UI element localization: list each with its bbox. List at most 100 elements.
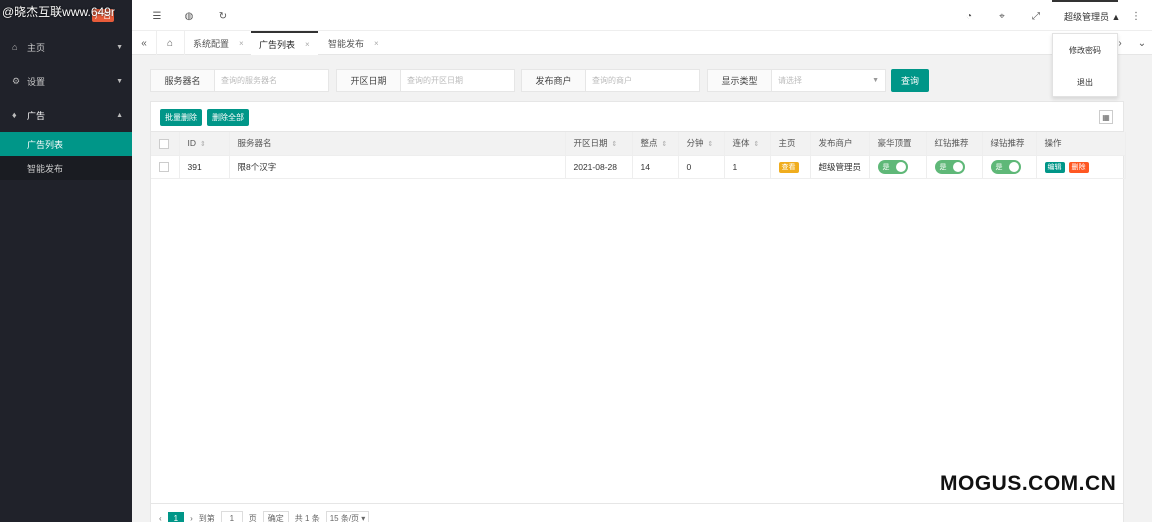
next-page-icon[interactable]: › — [190, 514, 193, 522]
sidebar-subnav: 广告列表 智能发布 — [0, 132, 132, 180]
cell-minute: 0 — [678, 155, 725, 179]
sidebar-item-label: 广告 — [27, 110, 46, 121]
menu-fold-icon[interactable]: ☰ — [150, 9, 164, 23]
sort-icon[interactable]: ⇕ — [708, 141, 714, 148]
cell-linked: 1 — [724, 155, 771, 179]
current-page[interactable]: 1 — [167, 511, 185, 522]
th-open-date[interactable]: 开区日期 ⇕ — [565, 132, 633, 156]
tab-smart-publish[interactable]: 智能发布 × — [320, 31, 387, 55]
th-server-name: 服务器名 — [229, 132, 566, 156]
gear-icon: ⚙ — [12, 75, 21, 86]
admin-name: 超级管理员 — [1064, 12, 1110, 22]
header-label: ID — [187, 138, 197, 149]
field-label: 服务器名 — [151, 70, 215, 91]
toggle-label: 是 — [882, 163, 890, 171]
goto-confirm-button[interactable]: 确定 — [262, 510, 289, 522]
toggle-knob — [952, 161, 963, 172]
sidebar-item-home[interactable]: ⌂ 主页 ▼ — [0, 30, 132, 64]
delete-all-button[interactable]: 删除全部 — [207, 109, 249, 126]
sidebar-subitem-smart-publish[interactable]: 智能发布 — [0, 156, 132, 180]
tab-system-config[interactable]: 系统配置 × — [185, 31, 252, 55]
merchant-field: 发布商户 查询的商户 — [521, 69, 700, 92]
watermark-top: @晓杰互联www.649r — [2, 5, 115, 19]
open-date-field: 开区日期 查询的开区日期 — [336, 69, 515, 92]
header-label: 整点 — [640, 138, 658, 149]
globe-icon[interactable]: ◍ — [182, 9, 196, 23]
display-type-field: 显示类型 请选择 ▼ — [707, 69, 886, 92]
main-content: 服务器名 查询的服务器名 开区日期 查询的开区日期 发布商户 查询的商户 显示类… — [150, 63, 1126, 522]
green-diamond-toggle[interactable]: 是 — [990, 159, 1021, 174]
tabs-scroll-left-icon[interactable]: « — [137, 36, 151, 50]
goto-page-input[interactable]: 1 — [220, 511, 243, 522]
luxury-top-toggle[interactable]: 是 — [877, 159, 908, 174]
caret-up-icon: ▲ — [116, 111, 123, 119]
sidebar-subitem-ad-list[interactable]: 广告列表 — [0, 132, 132, 156]
admin-underline — [1052, 0, 1118, 2]
tabs-divider — [156, 31, 157, 55]
caret-down-icon: ▼ — [116, 43, 123, 51]
delete-button[interactable]: 删除 — [1068, 162, 1089, 173]
th-minute[interactable]: 分钟 ⇕ — [678, 132, 725, 156]
table-header-row: ID ⇕ 服务器名 开区日期 ⇕ 整点 ⇕ 分钟 ⇕ 连体 ⇕ 主页 发布商户 豪华顶置 … — [151, 132, 1126, 156]
th-id[interactable]: ID ⇕ — [179, 132, 230, 156]
open-date-input[interactable]: 查询的开区日期 — [401, 70, 514, 91]
cell-actions: 编辑 删除 — [1036, 155, 1126, 179]
sidebar-item-label: 设置 — [27, 76, 46, 87]
cell-red-diamond: 是 — [926, 155, 983, 179]
view-button[interactable]: 查看 — [778, 162, 799, 173]
change-password-item[interactable]: 修改密码 — [1053, 34, 1117, 66]
ad-table: ID ⇕ 服务器名 开区日期 ⇕ 整点 ⇕ 分钟 ⇕ 连体 ⇕ 主页 发布商户 豪华顶置 … — [151, 132, 1126, 179]
refresh-icon[interactable]: ↻ — [216, 9, 230, 23]
prev-page-icon[interactable]: ‹ — [159, 514, 162, 522]
th-red-diamond: 红钻推荐 — [926, 132, 983, 156]
row-checkbox[interactable] — [159, 161, 169, 172]
tag-icon[interactable]: ⌖ — [995, 9, 1009, 23]
fullscreen-icon[interactable]: ⤢ — [1029, 9, 1043, 23]
select-all-checkbox[interactable] — [159, 138, 169, 149]
sidebar-item-settings[interactable]: ⚙ 设置 ▼ — [0, 64, 132, 98]
sidebar: 广告 ⌂ 主页 ▼ ⚙ 设置 ▼ ♦ 广告 ▲ 广告列表 智能发布 — [0, 0, 132, 522]
close-icon[interactable]: × — [239, 39, 244, 48]
server-name-input[interactable]: 查询的服务器名 — [215, 70, 328, 91]
cell-id: 391 — [179, 155, 230, 179]
sort-icon[interactable]: ⇕ — [612, 141, 618, 148]
sidebar-item-ads[interactable]: ♦ 广告 ▲ — [0, 98, 132, 132]
home-tab-icon[interactable]: ⌂ — [163, 36, 177, 50]
theme-icon[interactable]: ◔ — [962, 9, 976, 23]
page-unit-label: 页 — [248, 513, 257, 522]
th-hour[interactable]: 整点 ⇕ — [632, 132, 679, 156]
more-vertical-icon[interactable]: ⋮ — [1129, 9, 1143, 23]
close-icon[interactable]: × — [374, 39, 379, 48]
field-label: 发布商户 — [522, 70, 586, 91]
cell-luxury-top: 是 — [869, 155, 927, 179]
sort-icon[interactable]: ⇕ — [754, 141, 760, 148]
cell-hour: 14 — [632, 155, 679, 179]
tab-ad-list[interactable]: 广告列表 × — [251, 31, 318, 55]
table-toolbar: 批量删除 删除全部 ▦ — [151, 102, 1123, 132]
columns-filter-icon[interactable]: ▦ — [1099, 110, 1113, 124]
per-page-select[interactable]: 15 条/页 ▾ — [325, 510, 370, 522]
merchant-input[interactable]: 查询的商户 — [586, 70, 699, 91]
red-diamond-toggle[interactable]: 是 — [934, 159, 965, 174]
query-button[interactable]: 查询 — [891, 69, 929, 92]
select-placeholder: 请选择 — [778, 76, 802, 85]
server-name-field: 服务器名 查询的服务器名 — [150, 69, 329, 92]
toggle-label: 是 — [939, 163, 947, 171]
edit-button[interactable]: 编辑 — [1044, 162, 1065, 173]
table-row: 391 限8个汉字 2021-08-28 14 0 1 查看 超级管理员 是 是… — [151, 155, 1126, 179]
th-merchant: 发布商户 — [810, 132, 870, 156]
caret-up-icon: ▲ — [1111, 12, 1121, 22]
batch-delete-button[interactable]: 批量删除 — [160, 109, 202, 126]
cell-home: 查看 — [770, 155, 811, 179]
sort-icon[interactable]: ⇕ — [662, 141, 668, 148]
field-label: 开区日期 — [337, 70, 401, 91]
th-linked[interactable]: 连体 ⇕ — [724, 132, 771, 156]
close-icon[interactable]: × — [305, 40, 310, 49]
sort-icon[interactable]: ⇕ — [200, 141, 206, 148]
header: ☰ ◍ ↻ ◔ ⌖ ⤢ 超级管理员 ▲ ⋮ — [132, 0, 1152, 31]
admin-menu-trigger[interactable]: 超级管理员 ▲ — [1064, 10, 1120, 23]
logout-item[interactable]: 退出 — [1053, 66, 1117, 98]
chevron-down-icon[interactable]: ⌄ — [1135, 36, 1149, 50]
toggle-knob — [895, 161, 906, 172]
display-type-select[interactable]: 请选择 ▼ — [772, 70, 885, 91]
